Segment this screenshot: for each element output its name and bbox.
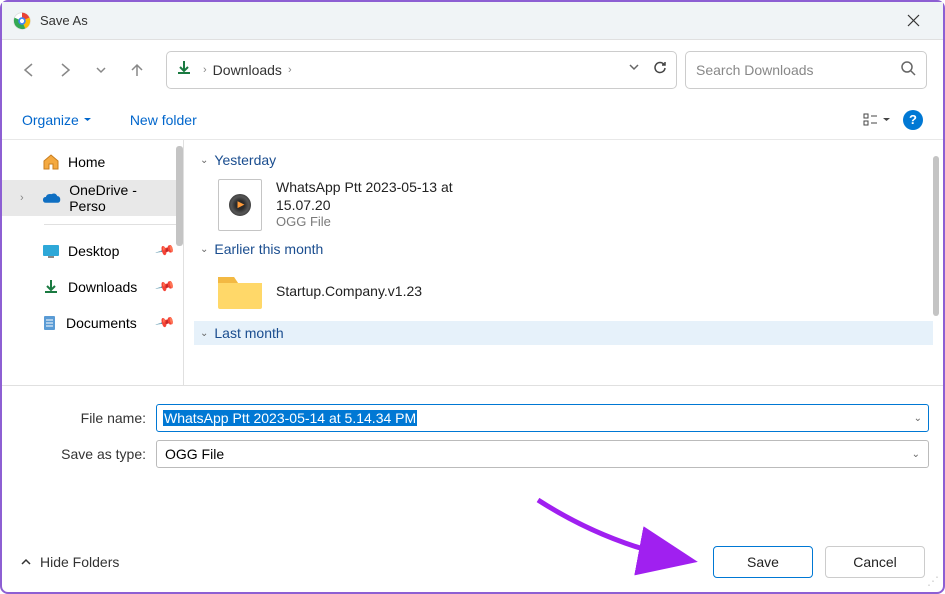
breadcrumb-chevron-icon: › xyxy=(288,64,292,76)
up-button[interactable] xyxy=(126,59,148,81)
chevron-down-icon xyxy=(628,61,640,73)
search-box[interactable] xyxy=(685,51,927,89)
onedrive-icon xyxy=(42,191,61,205)
download-icon xyxy=(42,278,60,296)
chevron-down-icon xyxy=(95,64,107,76)
filename-row: File name: WhatsApp Ptt 2023-05-14 at 5.… xyxy=(16,404,929,432)
content-scrollbar[interactable] xyxy=(933,156,939,316)
save-button[interactable]: Save xyxy=(713,546,813,578)
footer: Hide Folders Save Cancel xyxy=(2,532,943,592)
home-icon xyxy=(42,153,60,171)
refresh-button[interactable] xyxy=(652,60,668,81)
download-icon xyxy=(175,59,193,82)
savetype-row: Save as type: OGG File ⌄ xyxy=(16,440,929,468)
file-info: Startup.Company.v1.23 xyxy=(276,282,422,300)
form-area: File name: WhatsApp Ptt 2023-05-14 at 5.… xyxy=(2,386,943,484)
chevron-down-icon: ⌄ xyxy=(200,244,208,255)
organize-menu[interactable]: Organize xyxy=(22,112,92,128)
search-icon xyxy=(900,60,916,81)
savetype-label: Save as type: xyxy=(16,446,156,462)
file-thumb: ▶ xyxy=(216,181,264,229)
file-info: WhatsApp Ptt 2023-05-13 at 15.07.20 OGG … xyxy=(276,178,453,231)
sidebar: Home › OneDrive - Perso Desktop 📌 Downlo… xyxy=(2,140,184,385)
window-title: Save As xyxy=(40,13,893,28)
main-area: Home › OneDrive - Perso Desktop 📌 Downlo… xyxy=(2,140,943,386)
arrow-left-icon xyxy=(21,62,37,78)
chevron-right-icon: › xyxy=(20,192,24,204)
recent-button[interactable] xyxy=(90,59,112,81)
sidebar-item-desktop[interactable]: Desktop 📌 xyxy=(2,233,183,269)
pin-icon: 📌 xyxy=(154,312,176,334)
folder-thumb xyxy=(216,267,264,315)
desktop-icon xyxy=(42,244,60,258)
sidebar-item-onedrive[interactable]: › OneDrive - Perso xyxy=(2,180,183,216)
caret-down-icon xyxy=(83,115,92,124)
folder-icon xyxy=(216,271,264,311)
nav-buttons xyxy=(18,59,148,81)
chevron-up-icon xyxy=(20,556,32,568)
filename-input[interactable]: WhatsApp Ptt 2023-05-14 at 5.14.34 PM ⌄ xyxy=(156,404,929,432)
view-options-button[interactable] xyxy=(862,111,891,129)
arrow-right-icon xyxy=(57,62,73,78)
file-item-ptt[interactable]: ▶ WhatsApp Ptt 2023-05-13 at 15.07.20 OG… xyxy=(194,172,933,237)
titlebar: Save As xyxy=(2,2,943,40)
back-button[interactable] xyxy=(18,59,40,81)
address-bar[interactable]: › Downloads › xyxy=(166,51,677,89)
search-input[interactable] xyxy=(696,62,894,78)
sidebar-item-documents[interactable]: Documents 📌 xyxy=(2,305,183,341)
toolbar: › Downloads › xyxy=(2,40,943,100)
app-icon xyxy=(12,11,32,31)
forward-button[interactable] xyxy=(54,59,76,81)
close-icon xyxy=(907,14,920,27)
file-list: ⌄ Yesterday ▶ WhatsApp Ptt 2023-05-13 at… xyxy=(184,140,943,385)
pin-icon: 📌 xyxy=(154,276,176,298)
hide-folders-button[interactable]: Hide Folders xyxy=(20,554,119,570)
group-last-month[interactable]: ⌄ Last month xyxy=(194,321,933,345)
file-item-startup[interactable]: Startup.Company.v1.23 xyxy=(194,261,933,321)
group-earlier-month[interactable]: ⌄ Earlier this month xyxy=(194,237,933,261)
cancel-button[interactable]: Cancel xyxy=(825,546,925,578)
caret-down-icon xyxy=(882,115,891,124)
filename-label: File name: xyxy=(16,410,156,426)
refresh-icon xyxy=(652,60,668,76)
arrow-up-icon xyxy=(129,62,145,78)
group-yesterday[interactable]: ⌄ Yesterday xyxy=(194,148,933,172)
dropdown-arrow-icon[interactable]: ⌄ xyxy=(914,413,922,424)
breadcrumb-location: Downloads xyxy=(213,62,282,78)
divider xyxy=(44,224,177,225)
dropdown-arrow-icon: ⌄ xyxy=(912,449,920,460)
help-button[interactable]: ? xyxy=(903,110,923,130)
sidebar-item-home[interactable]: Home xyxy=(2,144,183,180)
chevron-down-icon: ⌄ xyxy=(200,155,208,166)
view-icon xyxy=(862,111,880,129)
resize-grip-icon[interactable]: ⋰ xyxy=(927,574,939,588)
breadcrumb-chevron-icon: › xyxy=(203,64,207,76)
close-button[interactable] xyxy=(893,2,933,40)
pin-icon: 📌 xyxy=(154,240,176,262)
address-dropdown[interactable] xyxy=(628,60,640,81)
chevron-down-icon: ⌄ xyxy=(200,328,208,339)
sidebar-item-downloads[interactable]: Downloads 📌 xyxy=(2,269,183,305)
command-bar: Organize New folder ? xyxy=(2,100,943,140)
documents-icon xyxy=(42,314,58,332)
new-folder-button[interactable]: New folder xyxy=(130,112,197,128)
savetype-dropdown[interactable]: OGG File ⌄ xyxy=(156,440,929,468)
sidebar-scrollbar[interactable] xyxy=(176,146,183,246)
